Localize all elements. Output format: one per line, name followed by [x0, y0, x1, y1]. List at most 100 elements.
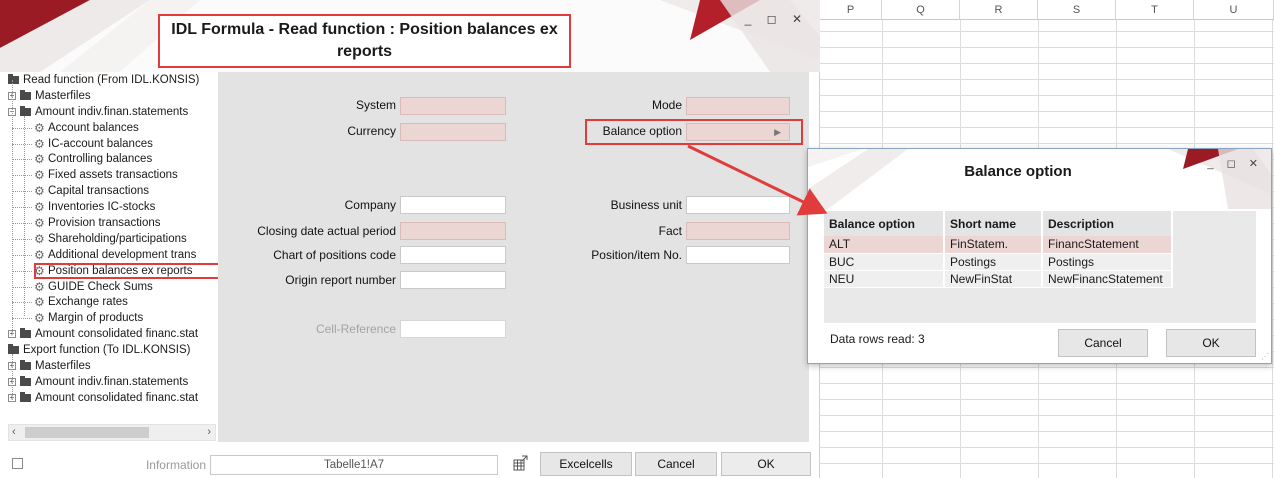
system-label: System: [355, 98, 396, 112]
company-field[interactable]: [400, 196, 506, 214]
excel-cells-icon[interactable]: [512, 454, 530, 472]
table-row[interactable]: BUC Postings Postings: [824, 253, 1173, 271]
table-header-row: Balance option Short name Description: [824, 211, 1173, 236]
gear-icon: ⚙: [34, 152, 45, 167]
data-rows-status: Data rows read: 3: [830, 332, 925, 346]
table-row[interactable]: NEU NewFinStat NewFinancStatement: [824, 270, 1173, 288]
tree-item[interactable]: ⚙ Controlling balances: [8, 151, 218, 167]
column-header-u[interactable]: U: [1194, 0, 1274, 20]
tree-guide-line: [12, 207, 32, 209]
tree-item-label: Amount consolidated financ.stat: [35, 391, 199, 404]
chart-of-positions-field[interactable]: [400, 246, 506, 264]
tree-item[interactable]: ⚙ Provision transactions: [8, 215, 218, 231]
tree-item-label: Fixed assets transactions: [48, 169, 178, 182]
tree-item[interactable]: ⚙ Capital transactions: [8, 183, 218, 199]
business-unit-field[interactable]: [686, 196, 790, 214]
excelcells-button[interactable]: Excelcells: [540, 452, 632, 476]
tree-item[interactable]: + Masterfiles: [8, 358, 218, 374]
column-header[interactable]: Short name: [944, 211, 1043, 236]
resize-grip-icon[interactable]: ⋰: [1261, 352, 1269, 361]
balance-option-highlight: [585, 119, 803, 145]
folder-icon: [20, 105, 31, 116]
closing-date-field[interactable]: [400, 222, 506, 240]
tree-item[interactable]: ⚙ Additional development trans: [8, 247, 218, 263]
tree-item[interactable]: ⚙ Account balances: [8, 120, 218, 136]
column-header-p[interactable]: P: [820, 0, 882, 20]
currency-label: Currency: [347, 124, 396, 138]
table-cell: FinStatem.: [944, 236, 1043, 254]
closing-date-label: Closing date actual period: [257, 224, 396, 238]
function-tree[interactable]: Read function (From IDL.KONSIS) + Masterfi…: [8, 72, 218, 422]
tree-guide-line: [12, 223, 32, 225]
business-unit-label: Business unit: [610, 198, 682, 212]
position-item-field[interactable]: [686, 246, 790, 264]
scroll-right-icon[interactable]: ›: [207, 425, 211, 440]
status-square-icon[interactable]: [12, 458, 23, 469]
folder-icon: [20, 360, 31, 371]
tree-item[interactable]: + Amount consolidated financ.stat: [8, 390, 218, 406]
tree-item[interactable]: ⚙ Fixed assets transactions: [8, 167, 218, 183]
column-header[interactable]: Description: [1042, 211, 1173, 236]
tree-item[interactable]: ⚙ Inventories IC-stocks: [8, 199, 218, 215]
gear-icon: ⚙: [34, 168, 45, 183]
tree-item-label: Read function (From IDL.KONSIS): [23, 74, 200, 86]
tree-item-label: Controlling balances: [48, 153, 153, 166]
gear-icon: ⚙: [34, 295, 45, 310]
mode-field[interactable]: [686, 97, 790, 115]
window-controls[interactable]: _ ◻ ✕: [745, 12, 808, 26]
tree-item[interactable]: Read function (From IDL.KONSIS): [8, 72, 218, 88]
tree-guide-line: [12, 159, 32, 161]
tree-item-label: Shareholding/participations: [48, 232, 187, 245]
origin-report-field[interactable]: [400, 271, 506, 289]
parameter-panel: System Currency Company Closing date act…: [218, 72, 809, 442]
column-header-r[interactable]: R: [960, 0, 1038, 20]
tree-item[interactable]: ⚙ GUIDE Check Sums: [8, 279, 218, 295]
column-header-q[interactable]: Q: [882, 0, 960, 20]
cancel-button[interactable]: Cancel: [635, 452, 717, 476]
mode-label: Mode: [651, 98, 682, 112]
column-header-t[interactable]: T: [1116, 0, 1194, 20]
popup-window-controls[interactable]: _ ◻ ✕: [1207, 157, 1263, 170]
currency-field[interactable]: [400, 123, 506, 141]
folder-icon: [20, 391, 31, 402]
popup-cancel-button[interactable]: Cancel: [1058, 329, 1148, 357]
system-field[interactable]: [400, 97, 506, 115]
table-cell: NewFinStat: [944, 270, 1043, 288]
cell-reference-field[interactable]: [400, 320, 506, 338]
tree-item-label: Capital transactions: [48, 185, 149, 198]
table-cell: Postings: [944, 253, 1043, 271]
folder-icon: [8, 74, 19, 84]
tree-guide-line: [12, 270, 32, 272]
tree-guide-line: [12, 302, 32, 304]
tree-item[interactable]: − Amount indiv.finan.statements: [8, 104, 218, 120]
tree-item[interactable]: + Amount consolidated financ.stat: [8, 326, 218, 342]
balance-option-dialog: Balance option _ ◻ ✕ Balance option Shor…: [807, 148, 1272, 364]
table-row[interactable]: ALT FinStatem. FinancStatement: [824, 236, 1173, 254]
tree-guide-line: [12, 286, 32, 288]
tree-item[interactable]: ⚙ Shareholding/participations: [8, 231, 218, 247]
tree-horizontal-scrollbar[interactable]: ‹ ›: [8, 424, 216, 441]
table-cell: NEU: [824, 270, 945, 288]
tree-item[interactable]: ⚙ Exchange rates: [8, 294, 218, 310]
column-header-s[interactable]: S: [1038, 0, 1116, 20]
tree-item-label: Inventories IC-stocks: [48, 201, 156, 214]
tree-guide-line: [12, 191, 32, 193]
tree-guide-line: [12, 318, 32, 320]
tree-item[interactable]: ⚙ Margin of products: [8, 310, 218, 326]
column-header[interactable]: Balance option: [824, 211, 945, 236]
folder-icon: [8, 344, 19, 355]
gear-icon: ⚙: [34, 200, 45, 215]
scrollbar-thumb[interactable]: [25, 427, 149, 438]
information-field[interactable]: Tabelle1!A7: [210, 455, 498, 475]
ok-button[interactable]: OK: [721, 452, 811, 476]
popup-ok-button[interactable]: OK: [1166, 329, 1256, 357]
tree-item[interactable]: ⚙ Position balances ex reports: [8, 262, 218, 279]
tree-item[interactable]: + Masterfiles: [8, 88, 218, 104]
tree-item-label: Additional development trans: [48, 248, 197, 261]
tree-item-label: Account balances: [48, 121, 139, 134]
scroll-left-icon[interactable]: ‹: [12, 425, 16, 440]
tree-item[interactable]: Export function (To IDL.KONSIS): [8, 342, 218, 358]
fact-field[interactable]: [686, 222, 790, 240]
tree-item[interactable]: + Amount indiv.finan.statements: [8, 374, 218, 390]
tree-item[interactable]: ⚙ IC-account balances: [8, 136, 218, 152]
